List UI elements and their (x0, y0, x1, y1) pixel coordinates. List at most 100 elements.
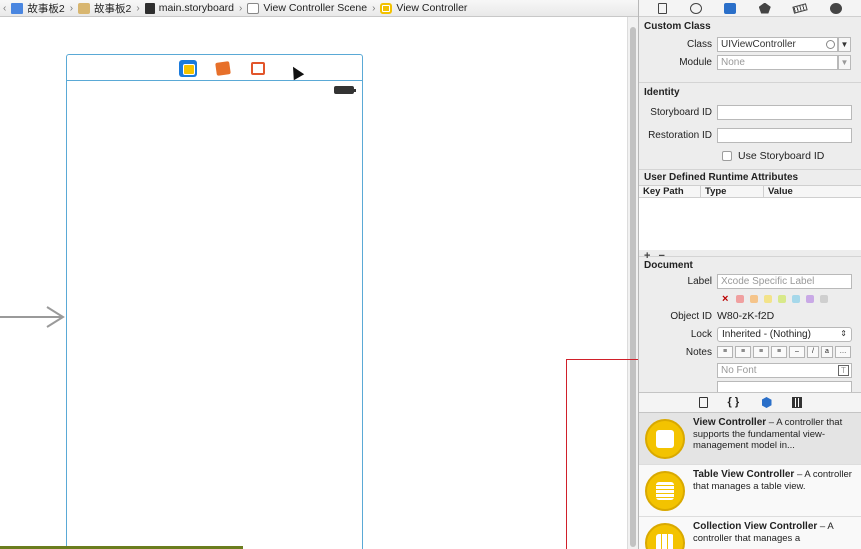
class-dropdown-chevron-icon[interactable]: ▼ (838, 36, 851, 52)
quick-help-icon[interactable] (689, 2, 702, 14)
object-library-list[interactable]: View Controller – A controller that supp… (639, 413, 861, 549)
jump-bar: ‹ 故事板2 › 故事板2 › main.storyboard › View C… (0, 0, 638, 17)
align-justify-icon[interactable]: ≡ (771, 346, 787, 358)
crumb-separator-icon: › (136, 2, 140, 14)
clear-color-icon[interactable]: × (722, 293, 730, 305)
view-controller-scene[interactable] (66, 54, 363, 549)
text-style-icon[interactable]: a (821, 346, 833, 358)
class-label: Class (686, 38, 712, 50)
media-library-icon[interactable] (791, 397, 802, 408)
utilities-inspector: Custom Class Class UIViewController ▼ Mo… (638, 0, 861, 549)
restoration-id-label: Restoration ID (648, 130, 712, 141)
identity-title: Identity (644, 87, 680, 98)
crumb-project-label: 故事板2 (27, 2, 65, 15)
view-controller-icon (380, 2, 393, 14)
go-to-class-arrow-icon[interactable] (826, 39, 835, 49)
identity-inspector-icon[interactable] (724, 2, 737, 14)
crumb-separator-icon: › (239, 2, 243, 14)
color-swatch-red[interactable] (736, 294, 744, 303)
crumb-folder-label: 故事板2 (94, 2, 132, 15)
module-label: Module (679, 56, 712, 68)
library-item-text: View Controller – A controller that supp… (693, 417, 855, 460)
font-picker-icon[interactable]: T (838, 364, 849, 376)
class-value: UIViewController (721, 38, 796, 50)
storyboard-file-icon (144, 2, 155, 14)
scene-icon (247, 2, 260, 14)
udra-table-body[interactable] (639, 198, 861, 250)
use-storyboard-id-checkbox[interactable] (722, 151, 732, 161)
lock-label: Lock (690, 328, 712, 340)
crumb-project[interactable]: 故事板2 (9, 0, 66, 16)
file-template-library-icon[interactable] (698, 397, 708, 408)
color-swatch-green[interactable] (778, 294, 786, 303)
more-options-icon[interactable]: … (835, 346, 851, 358)
crumb-separator-icon: › (69, 2, 74, 14)
col-value[interactable]: Value (764, 186, 793, 197)
library-item-title: Collection View Controller (693, 521, 818, 532)
restoration-id-field[interactable] (717, 128, 852, 143)
library-item-view-controller[interactable]: View Controller – A controller that supp… (639, 413, 861, 465)
lock-popup-chevron-icon: ⇕ (840, 328, 847, 338)
library-item-table-view-controller[interactable]: Table View Controller – A controller tha… (639, 465, 861, 517)
lock-popup[interactable]: Inherited - (Nothing) ⇕ (717, 326, 852, 342)
identity-section: Identity Storyboard ID Restoration ID Us… (639, 83, 861, 170)
library-toolbar: { } (639, 392, 861, 413)
project-icon (11, 2, 24, 14)
crumb-scene-label: View Controller Scene (263, 2, 368, 14)
color-swatch-purple[interactable] (806, 294, 814, 303)
color-swatch-gray[interactable] (820, 294, 828, 303)
align-left-icon[interactable]: ≡ (717, 346, 733, 358)
color-swatch-yellow[interactable] (764, 294, 772, 303)
udra-table-header: Key Path Type Value (639, 185, 861, 198)
first-responder-icon[interactable] (215, 61, 231, 76)
col-key-path[interactable]: Key Path (639, 186, 701, 197)
use-storyboard-id-label: Use Storyboard ID (738, 150, 825, 162)
storyboard-id-field[interactable] (717, 105, 852, 120)
jumpbar-back-chevron-icon[interactable]: ‹ (3, 3, 6, 14)
font-field[interactable]: No Font T (717, 362, 852, 378)
align-natural-icon[interactable]: – (789, 346, 805, 358)
document-section: Document Label Xcode Specific Label × Ob… (639, 257, 861, 393)
text-color-icon[interactable]: / (807, 346, 819, 358)
align-right-icon[interactable]: ≡ (753, 346, 769, 358)
object-library-icon[interactable] (761, 397, 772, 408)
library-item-title: View Controller (693, 417, 767, 428)
crumb-separator-icon: › (372, 2, 376, 14)
storyboard-canvas[interactable] (0, 17, 627, 549)
crumb-storyboard[interactable]: main.storyboard (143, 0, 236, 16)
crumb-folder[interactable]: 故事板2 (76, 0, 133, 16)
notes-formatting-toolbar: ≡ ≡ ≡ ≡ – / a … (717, 345, 852, 360)
library-item-collection-view-controller[interactable]: Collection View Controller – A controlle… (639, 517, 861, 549)
label-field[interactable]: Xcode Specific Label (717, 273, 852, 289)
align-center-icon[interactable]: ≡ (735, 346, 751, 358)
initial-view-controller-arrow-icon[interactable] (0, 305, 66, 329)
class-field[interactable]: UIViewController ▼ (717, 36, 851, 52)
label-color-swatches: × (644, 290, 856, 307)
inspector-toolbar (639, 0, 861, 17)
view-controller-dock-icon[interactable] (179, 60, 197, 77)
module-dropdown-chevron-icon[interactable]: ▼ (838, 54, 851, 70)
library-item-text: Collection View Controller – A controlle… (693, 521, 855, 549)
module-field[interactable]: None ▼ (717, 54, 851, 70)
library-item-title: Table View Controller (693, 469, 795, 480)
color-swatch-orange[interactable] (750, 294, 758, 303)
library-item-text: Table View Controller – A controller tha… (693, 469, 855, 512)
udra-section: User Defined Runtime Attributes Key Path… (639, 170, 861, 262)
object-id-label: Object ID (670, 310, 712, 322)
crumb-scene[interactable]: View Controller Scene (245, 0, 369, 16)
connections-inspector-icon[interactable] (829, 2, 842, 14)
folder-icon (78, 2, 91, 14)
file-inspector-icon[interactable] (658, 2, 668, 14)
exit-icon[interactable] (251, 62, 265, 75)
label-label: Label (687, 275, 712, 287)
view-controller-library-icon (645, 419, 685, 459)
color-swatch-blue[interactable] (792, 294, 800, 303)
attributes-inspector-icon[interactable] (758, 2, 771, 14)
battery-icon (334, 86, 356, 94)
font-value: No Font (721, 364, 757, 376)
size-inspector-icon[interactable] (792, 2, 808, 14)
collection-view-controller-library-icon (645, 523, 685, 549)
crumb-view-controller[interactable]: View Controller (378, 0, 469, 16)
col-type[interactable]: Type (701, 186, 764, 197)
code-snippet-library-icon[interactable]: { } (728, 397, 742, 408)
